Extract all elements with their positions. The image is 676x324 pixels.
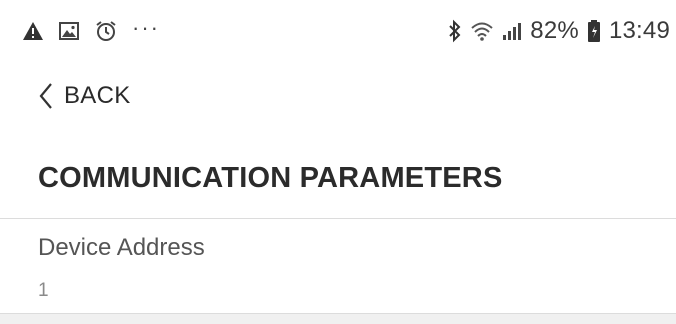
setting-value: 1 <box>38 280 49 301</box>
back-button[interactable]: BACK <box>38 78 131 114</box>
battery-percent: 82% <box>530 17 579 44</box>
status-bar-left: ··· <box>22 15 174 42</box>
page-title: COMMUNICATION PARAMETERS <box>38 162 503 194</box>
image-icon <box>58 21 80 41</box>
back-label: BACK <box>64 82 131 109</box>
more-icon: ··· <box>132 15 160 40</box>
status-bar: ··· 82% 13:49 <box>0 0 676 62</box>
setting-label: Device Address <box>38 234 205 261</box>
clock: 13:49 <box>608 17 670 44</box>
device-address-setting[interactable]: Device Address 1 <box>0 219 676 313</box>
signal-icon <box>502 21 522 41</box>
status-bar-right: 82% 13:49 <box>440 17 670 45</box>
chevron-left-icon <box>38 82 54 110</box>
wifi-icon <box>470 20 494 42</box>
divider <box>0 313 676 324</box>
alarm-icon <box>94 20 118 42</box>
warning-icon <box>22 21 44 41</box>
battery-icon <box>587 19 601 43</box>
bluetooth-icon <box>448 19 462 43</box>
